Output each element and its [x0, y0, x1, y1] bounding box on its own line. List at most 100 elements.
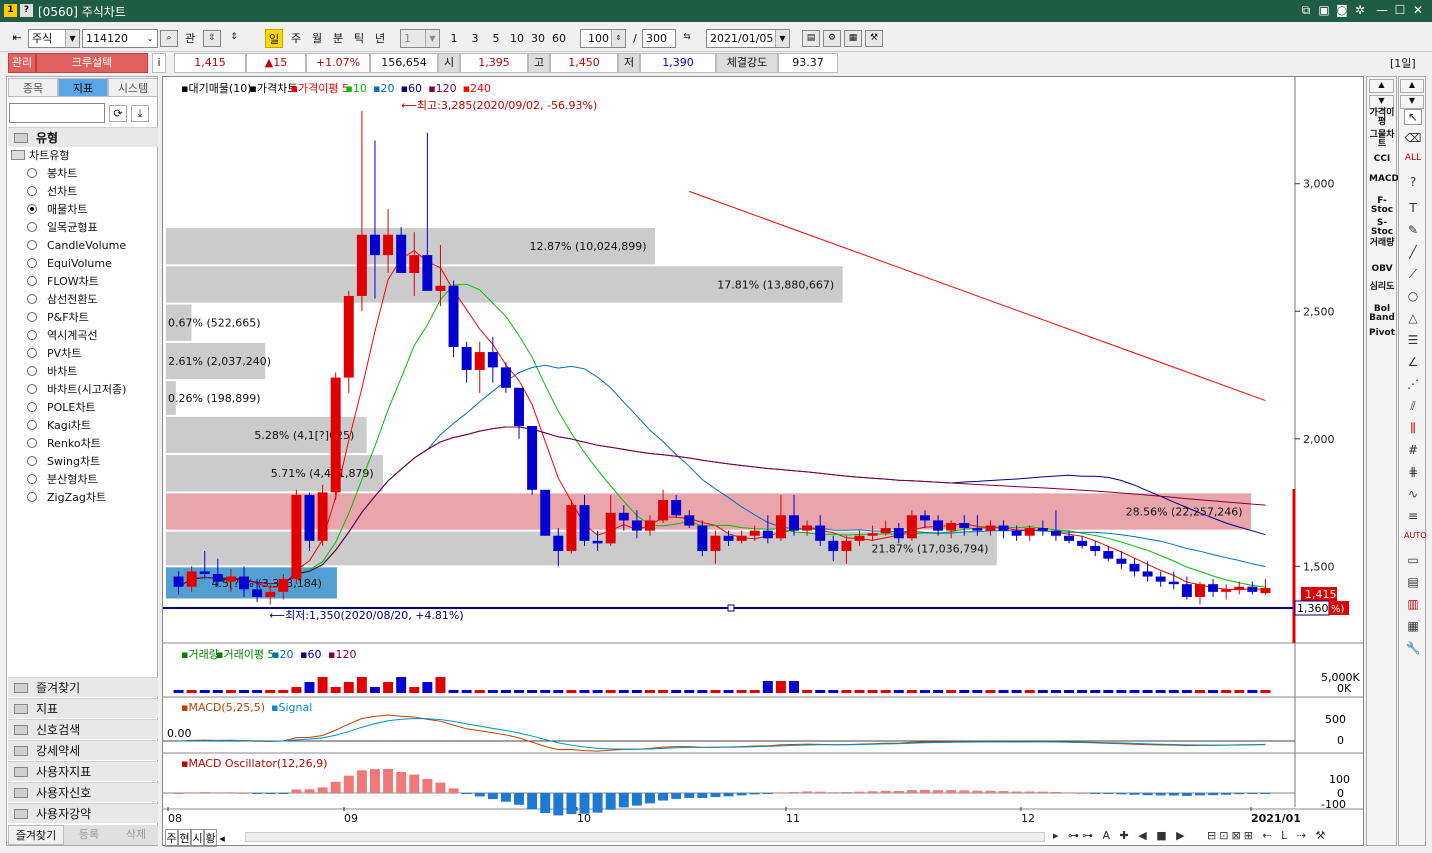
chart-canvas[interactable]: ▪대기매물(10)▪가격차트▪가격이평 5▪10 ▪20 ▪60 ▪120 ▪240 1… [163, 77, 1363, 845]
stock-name[interactable]: 크루셜텍 [36, 53, 148, 73]
refresh-settings-icon[interactable]: ⇆ [678, 30, 696, 47]
horizontal-scrollbar[interactable] [245, 832, 1045, 842]
radio-icon[interactable] [27, 168, 37, 178]
period-month-button[interactable]: 월 [308, 29, 326, 48]
chart-type-item[interactable]: 선차트 [27, 183, 77, 201]
radio-icon[interactable] [27, 438, 37, 448]
section-header[interactable]: 사용자강약 [8, 803, 158, 823]
market-select[interactable]: 주식 ▼ [28, 29, 80, 48]
scroll-icon[interactable]: ⇳ [203, 30, 221, 47]
radio-icon[interactable] [27, 330, 37, 340]
list-icon[interactable]: ▦ [1404, 619, 1422, 635]
minimize-icon[interactable]: — [1374, 2, 1390, 18]
chart-type-item[interactable]: ZigZag차트 [27, 489, 106, 507]
chart-type-item[interactable]: Renko차트 [27, 435, 101, 453]
scroll-down-icon[interactable]: ▼ [1400, 95, 1424, 109]
link-icon[interactable]: ⧉ [1298, 2, 1314, 18]
period-minute-button[interactable]: 분 [329, 29, 347, 48]
period-tick-button[interactable]: 틱 [350, 29, 368, 48]
chart-type-item[interactable]: POLE차트 [27, 399, 96, 417]
bar-chart-icon[interactable]: ▥ [1404, 597, 1422, 613]
radio-icon[interactable] [27, 402, 37, 412]
save-screen-icon[interactable]: ▣ [1316, 2, 1332, 18]
radio-icon[interactable] [27, 240, 37, 250]
cycle-icon[interactable]: ⫼ [1404, 421, 1422, 437]
help-icon[interactable]: ? [20, 4, 33, 17]
scroll-up-icon[interactable]: ▲ [1369, 79, 1394, 93]
interval-3-button[interactable]: 3 [467, 29, 483, 48]
radio-icon[interactable] [27, 492, 37, 502]
channel-icon[interactable]: ⋕ [1404, 465, 1422, 481]
type-header[interactable]: 유형 [8, 127, 158, 147]
fan-icon[interactable]: ⋰ [1404, 377, 1422, 393]
cursor-icon[interactable]: ↖ [1404, 109, 1422, 125]
wave-icon[interactable]: ∿ [1404, 487, 1422, 503]
chart-type-item[interactable]: 분산형차트 [27, 471, 98, 489]
close-icon[interactable]: ✕ [1410, 2, 1426, 18]
chart-type-item[interactable]: 삼선전환도 [27, 291, 98, 309]
interval-60-button[interactable]: 60 [549, 29, 569, 48]
tools-icon[interactable]: ⚒ [865, 30, 883, 47]
scroll-left-icon[interactable]: ◂ [217, 832, 227, 845]
radio-icon[interactable] [27, 186, 37, 196]
scroll-down-icon[interactable]: ▼ [1369, 95, 1394, 109]
chart-type-item[interactable]: Kagi차트 [27, 417, 91, 435]
tab-system[interactable]: 시스템 [108, 78, 158, 97]
chart-type-item[interactable]: 봉차트 [27, 165, 77, 183]
indicator-shortcut-button[interactable]: Pivot [1369, 329, 1395, 338]
stock-code-input[interactable]: 114120 ⌄ [82, 29, 158, 48]
chart-type-item[interactable]: EquiVolume [27, 255, 112, 273]
tab-favorites[interactable]: 즐겨찾기 [8, 825, 64, 845]
view-count-input[interactable]: 100 ⇕ [580, 29, 626, 48]
section-header[interactable]: 지표 [8, 698, 158, 718]
levels-icon[interactable]: ≡ [1404, 509, 1422, 525]
indicator-shortcut-button[interactable]: 그물차트 [1369, 131, 1395, 149]
radio-icon[interactable] [27, 420, 37, 430]
info-icon[interactable]: i [152, 53, 166, 73]
triangle-tool-icon[interactable]: △ [1404, 311, 1422, 327]
fibonacci-icon[interactable]: ☰ [1404, 333, 1422, 349]
chart-type-item[interactable]: CandleVolume [27, 237, 126, 255]
indicator-shortcut-button[interactable]: 가격이평 [1369, 109, 1395, 127]
radio-icon[interactable] [27, 294, 37, 304]
radio-icon[interactable] [27, 258, 37, 268]
chart-type-item[interactable]: 매물차트 [27, 201, 87, 219]
chart-type-item[interactable]: PV차트 [27, 345, 81, 363]
period-year-button[interactable]: 년 [371, 29, 389, 48]
delete-all-icon[interactable]: ALL [1404, 153, 1422, 169]
chart-type-group[interactable]: 차트유형 [11, 147, 69, 165]
gwan-button[interactable]: 관 [181, 29, 199, 48]
indicator-shortcut-button[interactable]: OBV [1369, 265, 1395, 274]
section-header[interactable]: 사용자지표 [8, 761, 158, 781]
radio-icon[interactable] [27, 222, 37, 232]
question-icon[interactable]: ? [1404, 175, 1422, 191]
wrench-icon[interactable]: 🔧 [1404, 641, 1422, 657]
interval-5-button[interactable]: 5 [488, 29, 504, 48]
download-icon[interactable]: ⤓ [131, 105, 149, 122]
chart-type-item[interactable]: P&F차트 [27, 309, 89, 327]
chart-settings-icon[interactable]: ▤ [802, 30, 820, 47]
interval-select[interactable]: 1 ▼ [400, 29, 440, 48]
radio-icon[interactable] [27, 456, 37, 466]
window-icon[interactable]: ▭ [1404, 553, 1422, 569]
save-icon[interactable]: ▦ [844, 30, 862, 47]
bottom-btn-current[interactable]: 현 [178, 829, 191, 847]
up-down-icon[interactable]: ⇕ [225, 30, 243, 47]
window-number-icon[interactable]: 1 [4, 4, 17, 17]
period-week-button[interactable]: 주 [287, 29, 305, 48]
radio-icon[interactable] [27, 204, 37, 214]
indicator-shortcut-button[interactable]: 거래량 [1369, 239, 1395, 248]
section-header[interactable]: 신호검색 [8, 719, 158, 739]
bottom-btn-week[interactable]: 주 [165, 829, 178, 847]
interval-30-button[interactable]: 30 [528, 29, 548, 48]
period-day-button[interactable]: 일 [265, 29, 283, 48]
chart-type-item[interactable]: 바차트 [27, 363, 77, 381]
tab-stocks[interactable]: 종목 [8, 78, 58, 97]
chart-type-item[interactable]: 일목균형표 [27, 219, 98, 237]
parallel-icon[interactable]: ⫽ [1404, 399, 1422, 415]
chart-area[interactable]: ▪대기매물(10) ▪가격차트 ▪가격이평 5 ▪10 ▪20 ▪60 ▪120 ▪240 1… [162, 76, 1364, 847]
search-icon[interactable]: ⌕ [160, 30, 178, 47]
ray-tool-icon[interactable]: ⟋ [1404, 267, 1422, 283]
register-button[interactable]: 등록 [66, 825, 112, 845]
section-header[interactable]: 즐겨찾기 [8, 677, 158, 697]
